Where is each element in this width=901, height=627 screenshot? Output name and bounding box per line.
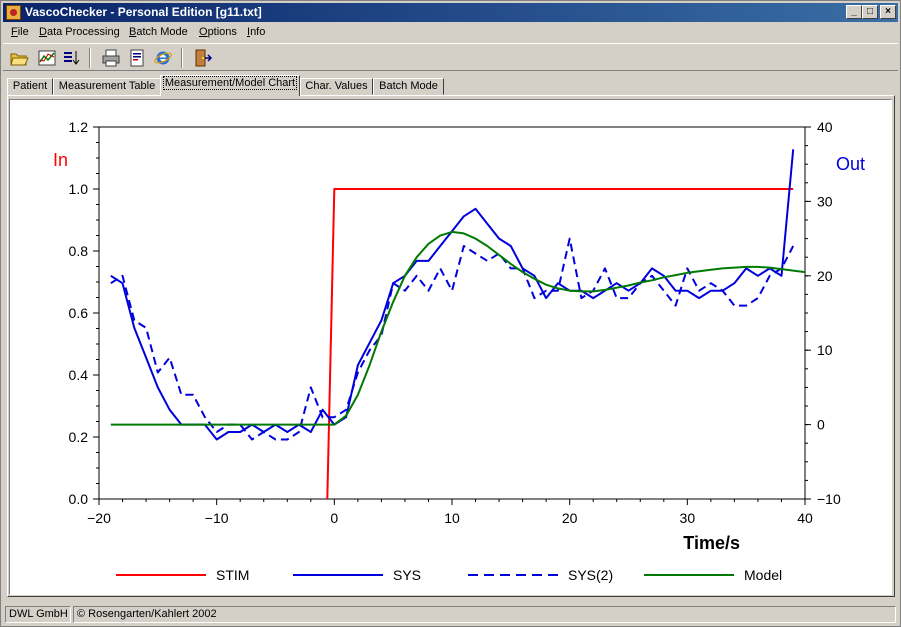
chart-area: −20 −10 0 10 20 30 40 0.0 0.2 0.4 0.6 0.8 1.0 1.2 −10 0…	[9, 99, 892, 595]
y-left-tick-label: 0.2	[69, 429, 89, 445]
y-left-tick-label: 0.4	[69, 367, 89, 383]
tab-measurement-model-chart-label: Measurement/Model Chart	[162, 76, 298, 90]
status-company: DWL GmbH	[5, 606, 71, 623]
y-right-tick-label: 0	[817, 417, 825, 433]
menu-data-processing[interactable]: Data Processing	[39, 26, 120, 38]
measurement-model-chart: −20 −10 0 10 20 30 40 0.0 0.2 0.4 0.6 0.8 1.0 1.2 −10 0…	[53, 119, 865, 583]
tab-char-values-label: Char. Values	[305, 80, 368, 92]
series-line-stim	[326, 188, 794, 500]
status-copyright: © Rosengarten/Kahlert 2002	[73, 606, 896, 623]
y-left-tick-label: 1.0	[69, 181, 89, 197]
menu-options[interactable]: Options	[199, 26, 237, 38]
y-left-tick-label: 0.6	[69, 305, 89, 321]
toolbar-separator	[181, 48, 183, 68]
printer-icon[interactable]	[101, 48, 121, 68]
report-icon[interactable]	[127, 48, 147, 68]
legend-label: SYS(2)	[568, 567, 613, 583]
open-folder-icon[interactable]	[9, 48, 29, 68]
menu-info[interactable]: Info	[247, 26, 265, 38]
y-left-tick-label: 1.2	[69, 119, 89, 135]
tab-batch-mode[interactable]: Batch Mode	[373, 78, 444, 95]
legend-label: STIM	[216, 567, 249, 583]
tab-char-values[interactable]: Char. Values	[300, 78, 373, 95]
window-title: VascoChecker - Personal Edition [g11.txt…	[25, 5, 262, 19]
x-tick-label: 0	[330, 510, 338, 526]
series-line-sys-2	[110, 237, 795, 441]
sort-list-icon[interactable]	[61, 48, 81, 68]
legend-label: Model	[744, 567, 782, 583]
exit-door-icon[interactable]	[193, 48, 213, 68]
title-bar[interactable]: VascoChecker - Personal Edition [g11.txt…	[3, 3, 898, 22]
data-chart-icon[interactable]	[37, 48, 57, 68]
y-right-tick-label: 10	[817, 342, 833, 358]
left-axis-label: In	[53, 150, 68, 170]
tab-batch-mode-label: Batch Mode	[379, 80, 438, 92]
x-tick-label: −20	[87, 510, 111, 526]
menu-file[interactable]: File	[11, 26, 29, 38]
y-left-tick-label: 0.8	[69, 243, 89, 259]
internet-explorer-icon[interactable]	[153, 48, 173, 68]
series-line-sys	[110, 149, 795, 441]
tab-patient-label: Patient	[12, 80, 48, 92]
y-left-tick-label: 0.0	[69, 491, 89, 507]
toolbar	[3, 43, 898, 71]
tab-patient[interactable]: Patient	[7, 78, 53, 95]
menu-bar: File Data Processing Batch Mode Options …	[3, 23, 898, 42]
x-tick-label: 40	[797, 510, 813, 526]
y-right-tick-label: 30	[817, 193, 833, 209]
tab-measurement-model-chart[interactable]: Measurement/Model Chart	[160, 75, 300, 96]
x-axis-label: Time/s	[683, 533, 740, 553]
x-tick-label: 30	[680, 510, 696, 526]
x-tick-label: 20	[562, 510, 578, 526]
app-icon[interactable]	[6, 5, 21, 20]
toolbar-separator	[89, 48, 91, 68]
menu-batch-mode[interactable]: Batch Mode	[129, 26, 188, 38]
tab-measurement-table-label: Measurement Table	[58, 80, 156, 92]
series-line-model	[110, 230, 805, 426]
y-right-tick-label: 20	[817, 268, 833, 284]
x-tick-label: −10	[205, 510, 229, 526]
plot-frame	[98, 126, 806, 500]
y-right-tick-label: 40	[817, 119, 833, 135]
tab-measurement-table[interactable]: Measurement Table	[53, 78, 161, 95]
app-window: VascoChecker - Personal Edition [g11.txt…	[0, 0, 901, 627]
minimize-button[interactable]: _	[846, 5, 862, 19]
maximize-button[interactable]: □	[862, 5, 878, 19]
close-button[interactable]: ×	[880, 5, 896, 19]
status-bar: DWL GmbH © Rosengarten/Kahlert 2002	[3, 605, 898, 624]
y-right-tick-label: −10	[817, 491, 841, 507]
legend-label: SYS	[393, 567, 421, 583]
right-axis-label: Out	[836, 154, 865, 174]
x-tick-label: 10	[444, 510, 460, 526]
tab-strip: Patient Measurement Table Measurement/Mo…	[7, 75, 897, 96]
